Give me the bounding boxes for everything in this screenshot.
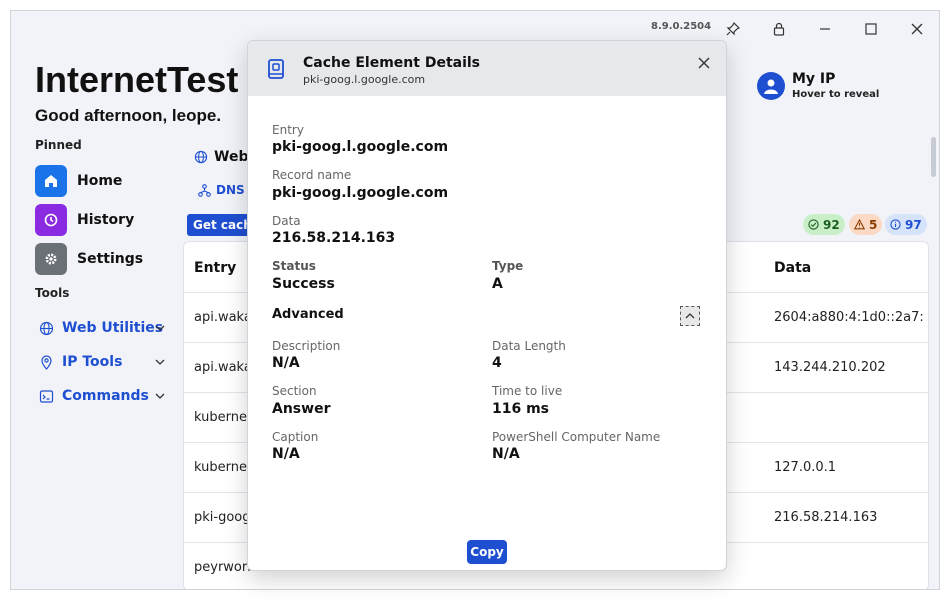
terminal-icon (39, 389, 54, 403)
book-icon (268, 59, 284, 79)
home-icon (35, 165, 67, 197)
sidebar-item-settings[interactable]: Settings (35, 242, 143, 276)
user-avatar-icon (757, 71, 785, 100)
table-cell-data: 127.0.0.1 (774, 460, 837, 475)
sidebar-item-label: History (77, 212, 135, 228)
location-pin-icon (41, 354, 52, 370)
version-label: 8.9.0.2504 (651, 21, 712, 32)
scrollbar-thumb[interactable] (931, 137, 936, 177)
section-label: Section (272, 384, 317, 398)
success-count-badge[interactable]: 92 (803, 214, 845, 235)
pin-window-button[interactable] (717, 15, 749, 43)
section-value: Answer (272, 401, 331, 417)
advanced-collapse-button[interactable] (680, 306, 700, 326)
success-count: 92 (823, 217, 840, 232)
type-label: Type (492, 259, 524, 273)
powershell-computer-label: PowerShell Computer Name (492, 430, 661, 444)
table-cell-data: 216.58.214.163 (774, 510, 878, 525)
my-ip-title: My IP (792, 71, 836, 87)
table-cell-data: 143.244.210.202 (774, 360, 886, 375)
ttl-value: 116 ms (492, 401, 550, 417)
warning-count: 5 (869, 217, 878, 232)
data-length-value: 4 (492, 355, 502, 371)
sidebar-item-label: Commands (62, 388, 149, 404)
info-count: 97 (905, 217, 922, 232)
chevron-down-icon (155, 393, 165, 399)
entry-label: Entry (272, 123, 304, 137)
minimize-icon (820, 28, 830, 30)
sidebar-item-history[interactable]: History (35, 203, 134, 237)
ttl-label: Time to live (492, 384, 563, 398)
description-label: Description (272, 339, 341, 353)
dialog-close-button[interactable] (692, 51, 716, 75)
sidebar-item-label: Settings (77, 251, 144, 267)
network-icon (198, 183, 211, 197)
table-cell-data: 2604:a880:4:1d0::2a7: (774, 310, 924, 325)
dialog-title: Cache Element Details (303, 55, 481, 71)
dialog-subtitle: pki-goog.l.google.com (303, 73, 426, 86)
chevron-down-icon (155, 325, 165, 331)
maximize-icon (865, 23, 877, 35)
entry-value: pki-goog.l.google.com (272, 139, 449, 155)
chevron-down-icon (155, 359, 165, 365)
globe-icon (39, 321, 54, 335)
status-value: Success (272, 276, 335, 292)
data-label: Data (272, 214, 301, 228)
gear-icon (35, 243, 67, 275)
description-value: N/A (272, 355, 300, 371)
chevron-up-icon (685, 313, 695, 319)
caption-label: Caption (272, 430, 319, 444)
sidebar-item-home[interactable]: Home (35, 164, 122, 198)
info-count-badge[interactable]: 97 (885, 214, 927, 235)
history-icon (35, 204, 67, 236)
globe-icon (194, 150, 208, 164)
status-label: Status (272, 259, 316, 273)
my-ip-widget[interactable]: My IP Hover to reveal (757, 71, 879, 100)
pin-icon (726, 22, 740, 36)
copy-button[interactable]: Copy (467, 540, 507, 564)
powershell-computer-value: N/A (492, 446, 520, 462)
warning-icon (854, 219, 865, 230)
lock-window-button[interactable] (763, 15, 795, 43)
check-circle-icon (808, 219, 819, 230)
advanced-section-label: Advanced (272, 307, 344, 322)
type-value: A (492, 276, 503, 292)
sidebar-item-ip-tools[interactable]: IP Tools (39, 354, 165, 370)
sidebar-item-commands[interactable]: Commands (39, 388, 165, 404)
tools-section-label: Tools (35, 286, 70, 300)
greeting: Good afternoon, leope. (35, 106, 222, 125)
my-ip-subtitle: Hover to reveal (792, 89, 880, 100)
column-header-entry[interactable]: Entry (194, 260, 236, 276)
pinned-section-label: Pinned (35, 138, 82, 152)
minimize-button[interactable] (809, 15, 841, 43)
close-window-button[interactable] (901, 15, 933, 43)
sidebar-item-web-utilities[interactable]: Web Utilities (39, 320, 165, 336)
caption-value: N/A (272, 446, 300, 462)
app-title: InternetTest (35, 59, 239, 100)
sidebar-item-label: Home (77, 173, 123, 189)
close-icon (911, 23, 923, 35)
tab-dns[interactable]: DNS (198, 183, 245, 197)
dialog-header: Cache Element Details pki-goog.l.google.… (248, 41, 726, 96)
cache-element-details-dialog: Cache Element Details pki-goog.l.google.… (247, 40, 727, 571)
info-icon (890, 219, 901, 230)
sidebar-item-label: Web Utilities (62, 320, 164, 336)
warning-count-badge[interactable]: 5 (849, 214, 883, 235)
maximize-button[interactable] (855, 15, 887, 43)
close-icon (698, 57, 710, 69)
record-name-value: pki-goog.l.google.com (272, 185, 449, 201)
data-value: 216.58.214.163 (272, 230, 396, 246)
tab-dns-label: DNS (216, 183, 245, 197)
data-length-label: Data Length (492, 339, 566, 353)
lock-icon (773, 22, 785, 36)
record-name-label: Record name (272, 168, 352, 182)
sidebar-item-label: IP Tools (62, 354, 123, 370)
column-header-data[interactable]: Data (774, 260, 811, 276)
